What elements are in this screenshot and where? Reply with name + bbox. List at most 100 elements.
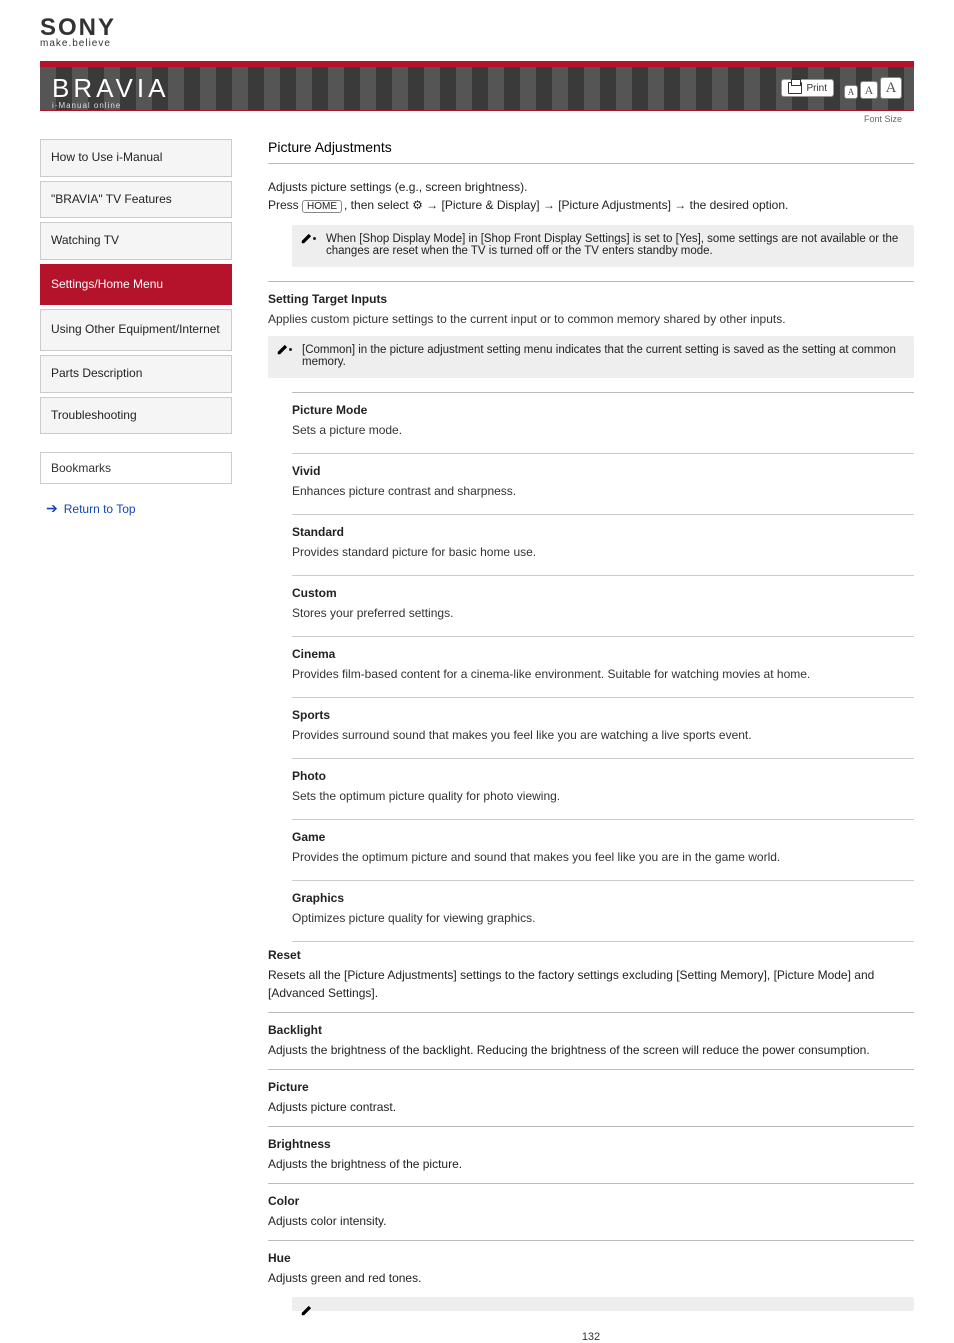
title-bar: BRAVIA i-Manual online Print A A A Font … (40, 67, 914, 111)
item-body: Adjusts color intensity. (268, 1212, 914, 1230)
page-number: 132 (268, 1331, 914, 1343)
path-seg3: the desired option. (690, 198, 789, 212)
list-item: Color Adjusts color intensity. (268, 1194, 914, 1230)
note-box-1: When [Shop Display Mode] in [Shop Front … (292, 225, 914, 267)
item-body: Adjusts the brightness of the picture. (268, 1155, 914, 1173)
list-item: Picture Adjusts picture contrast. (268, 1080, 914, 1116)
item-title: Color (268, 1194, 914, 1208)
page-title: Picture Adjustments (268, 139, 914, 155)
list-item: Hue Adjusts green and red tones. (268, 1251, 914, 1287)
sidebar: How to Use i-Manual "BRAVIA" TV Features… (40, 139, 232, 1343)
item-body: Resets all the [Picture Adjustments] set… (268, 966, 914, 1002)
item-title: Vivid (292, 464, 914, 478)
setting-target-head: Setting Target Inputs (268, 292, 914, 306)
note2-text: [Common] in the picture adjustment setti… (302, 344, 902, 368)
list-item: Reset Resets all the [Picture Adjustments… (268, 948, 914, 1002)
arrow-right-icon: ➔ (46, 500, 58, 517)
divider (268, 281, 914, 282)
picture-mode-body: Sets a picture mode. (292, 421, 914, 439)
item-body: Enhances picture contrast and sharpness. (292, 482, 914, 500)
item-title: Standard (292, 525, 914, 539)
print-label: Print (806, 83, 827, 94)
sidebar-item-watching-tv[interactable]: Watching TV (40, 222, 232, 260)
item-body: Adjusts the brightness of the backlight.… (268, 1041, 914, 1059)
sidebar-item-troubleshooting[interactable]: Troubleshooting (40, 397, 232, 435)
divider (268, 1012, 914, 1013)
font-size-large[interactable]: A (880, 77, 902, 99)
sidebar-item-features[interactable]: "BRAVIA" TV Features (40, 181, 232, 219)
pen-icon (300, 231, 314, 245)
menu-path: Press HOME, then select ⚙ → [Picture & D… (268, 198, 914, 213)
item-title: Photo (292, 769, 914, 783)
list-item: Standard Provides standard picture for ba… (292, 514, 914, 575)
picture-mode-head: Picture Mode (292, 403, 914, 417)
item-title: Hue (268, 1251, 914, 1265)
path-arrow-3: → (671, 198, 690, 212)
item-title: Game (292, 830, 914, 844)
item-body: Provides surround sound that makes you f… (292, 726, 914, 744)
list-item: Sports Provides surround sound that makes… (292, 697, 914, 758)
sidebar-item-other-equipment[interactable]: Using Other Equipment/Internet (40, 309, 232, 351)
path-arrow-1: → (423, 198, 442, 212)
sidebar-item-how-to-use[interactable]: How to Use i-Manual (40, 139, 232, 177)
pen-icon (300, 1303, 314, 1317)
brand-tagline: make.believe (40, 38, 954, 49)
font-size-switcher: A A A (844, 77, 902, 99)
note-box-2: [Common] in the picture adjustment setti… (268, 336, 914, 378)
path-prefix: Press (268, 198, 302, 212)
path-seg1: [Picture & Display] (442, 198, 540, 212)
note1-text: When [Shop Display Mode] in [Shop Front … (326, 233, 902, 257)
setting-target-body: Applies custom picture settings to the c… (268, 310, 914, 328)
item-title: Cinema (292, 647, 914, 661)
picture-mode-section: Picture Mode Sets a picture mode. (292, 392, 914, 453)
list-item: Vivid Enhances picture contrast and sharp… (292, 453, 914, 514)
home-key: HOME (302, 200, 342, 213)
subbrand-subtitle: i-Manual online (52, 101, 121, 110)
intro-text: Adjusts picture settings (e.g., screen b… (268, 180, 914, 194)
item-title: Brightness (268, 1137, 914, 1151)
header: SONY make.believe (0, 0, 954, 57)
list-item: GameProvides the optimum picture and sou… (292, 819, 914, 880)
item-title: Backlight (268, 1023, 914, 1037)
print-button[interactable]: Print (781, 79, 834, 97)
font-size-label: Font Size (864, 114, 902, 124)
divider (268, 163, 914, 164)
subbrand-logo: BRAVIA (52, 73, 169, 104)
main-content: Picture Adjustments Adjusts picture sett… (268, 139, 914, 1343)
divider (268, 1240, 914, 1241)
divider (268, 1183, 914, 1184)
list-item: Photo Sets the optimum picture quality fo… (292, 758, 914, 819)
path-mid: , then select (344, 198, 412, 212)
divider (268, 1126, 914, 1127)
list-item: Backlight Adjusts the brightness of the b… (268, 1023, 914, 1059)
list-item: Cinema Provides film-based content for a … (292, 636, 914, 697)
sidebar-item-settings[interactable]: Settings/Home Menu (40, 264, 232, 306)
top-link-label: Return to Top (64, 502, 136, 516)
font-size-medium[interactable]: A (860, 81, 878, 99)
path-seg2: [Picture Adjustments] (558, 198, 671, 212)
item-body: Stores your preferred settings. (292, 604, 914, 622)
gear-icon: ⚙ (412, 198, 423, 212)
item-title: Sports (292, 708, 914, 722)
item-title: Graphics (292, 891, 914, 905)
note-box-3 (292, 1297, 914, 1311)
item-body: Provides film-based content for a cinema… (292, 665, 914, 683)
sidebar-item-parts[interactable]: Parts Description (40, 355, 232, 393)
item-title: Custom (292, 586, 914, 600)
item-title: Picture (268, 1080, 914, 1094)
return-to-top-link[interactable]: ➔ Return to Top (46, 500, 232, 517)
item-title: Reset (268, 948, 914, 962)
path-arrow-2: → (540, 198, 559, 212)
font-size-small[interactable]: A (844, 85, 858, 99)
list-item: Graphics Optimizes picture quality for vi… (292, 880, 914, 942)
item-body: Sets the optimum picture quality for pho… (292, 787, 914, 805)
item-body: Optimizes picture quality for viewing gr… (292, 909, 914, 927)
item-body: Provides standard picture for basic home… (292, 543, 914, 561)
list-item: Brightness Adjusts the brightness of the … (268, 1137, 914, 1173)
divider (268, 1069, 914, 1070)
item-body: Adjusts green and red tones. (268, 1269, 914, 1287)
item-body: Adjusts picture contrast. (268, 1098, 914, 1116)
bookmarks-button[interactable]: Bookmarks (40, 452, 232, 484)
brand-logo: SONY (40, 16, 954, 40)
list-item: Custom Stores your preferred settings. (292, 575, 914, 636)
